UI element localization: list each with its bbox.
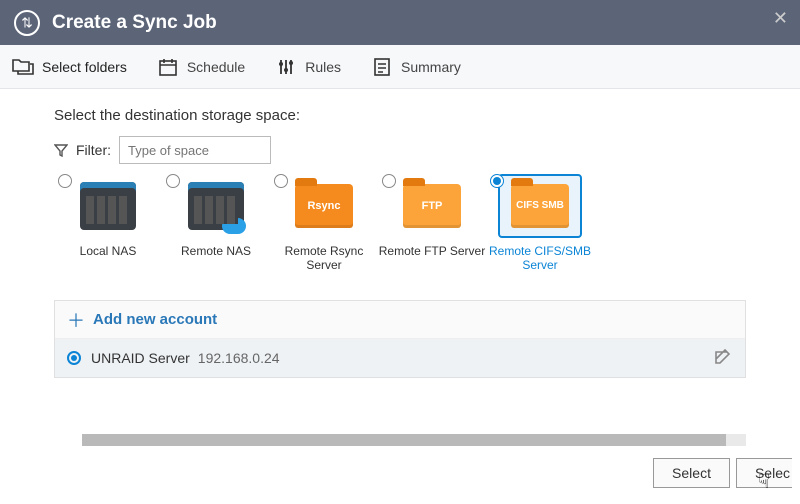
space-remote-ftp[interactable]: FTP Remote FTP Server <box>378 172 486 272</box>
sliders-icon <box>275 56 297 78</box>
space-remote-cifs[interactable]: CIFS SMB Remote CIFS/SMB Server <box>486 172 594 272</box>
radio-icon <box>490 174 504 188</box>
titlebar: ⇄ Create a Sync Job ✕ <box>0 0 800 45</box>
calendar-icon <box>157 56 179 78</box>
folder-ftp-icon: FTP <box>403 184 461 228</box>
select-button-clipped[interactable]: Selec <box>736 458 792 488</box>
radio-icon <box>382 174 396 188</box>
step-select-folders[interactable]: Select folders <box>12 56 127 78</box>
space-label: Remote CIFS/SMB Server <box>486 244 594 272</box>
sync-job-wizard: ⇄ Create a Sync Job ✕ Select folders Sch… <box>0 0 800 504</box>
add-account-label: Add new account <box>93 311 217 328</box>
instruction-text: Select the destination storage space: <box>54 107 746 124</box>
space-remote-rsync[interactable]: Rsync Remote Rsync Server <box>270 172 378 272</box>
window-title: Create a Sync Job <box>52 12 217 34</box>
sync-logo-icon: ⇄ <box>14 10 40 36</box>
select-button[interactable]: Select <box>653 458 730 488</box>
folder-cifs-icon: CIFS SMB <box>511 184 569 228</box>
add-account-button[interactable]: ＋ Add new account <box>55 301 745 339</box>
radio-icon <box>166 174 180 188</box>
wizard-steps: Select folders Schedule Rules Summary <box>0 45 800 89</box>
space-label: Remote NAS <box>162 244 270 258</box>
account-name: UNRAID Server <box>91 350 190 366</box>
step-label: Rules <box>305 59 341 75</box>
step-label: Summary <box>401 59 461 75</box>
footer: Select Selec ☟ <box>0 434 800 504</box>
space-label: Remote FTP Server <box>378 244 486 258</box>
close-icon[interactable]: ✕ <box>773 8 788 29</box>
step-label: Select folders <box>42 59 127 75</box>
space-type-list: Local NAS Remote NAS Rsync Remote Rsync … <box>54 172 746 272</box>
step-schedule[interactable]: Schedule <box>157 56 245 78</box>
nas-icon <box>80 182 136 230</box>
filter-input[interactable] <box>119 136 271 164</box>
plus-icon: ＋ <box>67 307 85 333</box>
horizontal-scrollbar[interactable] <box>82 434 746 446</box>
folders-icon <box>12 56 34 78</box>
filter-label: Filter: <box>76 142 111 158</box>
radio-selected-icon <box>67 351 81 365</box>
folder-rsync-icon: Rsync <box>295 184 353 228</box>
summary-icon <box>371 56 393 78</box>
radio-icon <box>274 174 288 188</box>
scrollbar-thumb[interactable] <box>82 434 726 446</box>
space-remote-nas[interactable]: Remote NAS <box>162 172 270 272</box>
funnel-icon <box>54 143 70 157</box>
account-row[interactable]: UNRAID Server 192.168.0.24 <box>55 339 745 377</box>
space-local-nas[interactable]: Local NAS <box>54 172 162 272</box>
account-ip: 192.168.0.24 <box>198 350 280 366</box>
step-summary[interactable]: Summary <box>371 56 461 78</box>
space-label: Local NAS <box>54 244 162 258</box>
step-rules[interactable]: Rules <box>275 56 341 78</box>
edit-icon[interactable] <box>713 348 733 368</box>
cloud-icon <box>222 218 246 234</box>
radio-icon <box>58 174 72 188</box>
content-area: Select the destination storage space: Fi… <box>0 89 800 434</box>
space-label: Remote Rsync Server <box>270 244 378 272</box>
accounts-panel: ＋ Add new account UNRAID Server 192.168.… <box>54 300 746 378</box>
filter-row: Filter: <box>54 136 746 164</box>
step-label: Schedule <box>187 59 245 75</box>
nas-cloud-icon <box>188 182 244 230</box>
